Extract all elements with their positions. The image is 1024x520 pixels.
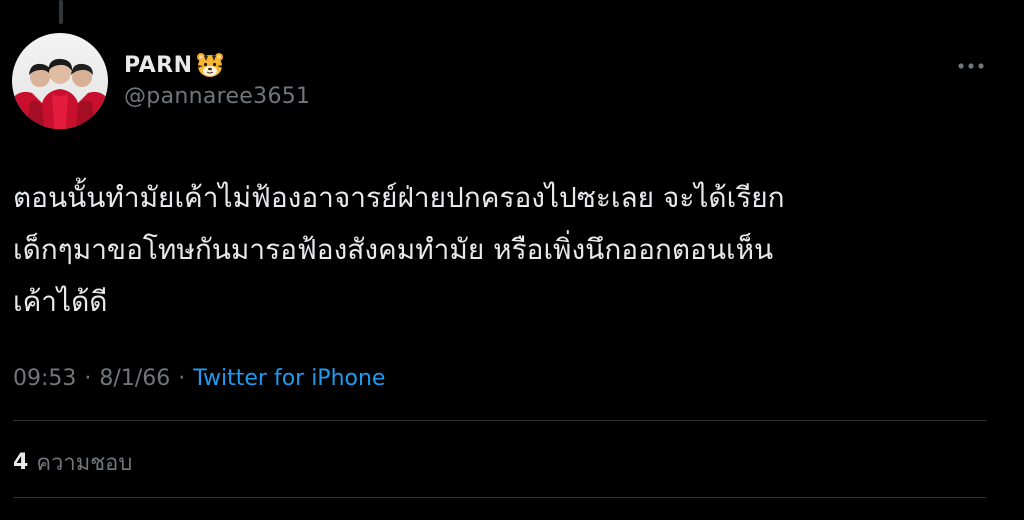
user-handle[interactable]: @pannaree3651 xyxy=(124,84,310,109)
source-link[interactable]: Twitter for iPhone xyxy=(193,366,385,391)
divider xyxy=(13,420,986,421)
tweet-time[interactable]: 09:53 xyxy=(13,366,76,391)
likes-label: ความชอบ xyxy=(36,451,133,476)
meta-separator: · xyxy=(84,366,92,391)
author-name-row[interactable]: PARN xyxy=(124,50,224,80)
divider xyxy=(13,497,986,498)
tweet-text-line: เค้าได้ดี xyxy=(13,285,108,318)
thread-connector-line xyxy=(59,0,63,24)
tweet-text-line: ตอนนั้นทำมัยเค้าไม่ฟ้องอาจารย์ฝ่ายปกครอง… xyxy=(13,181,785,214)
tweet-meta: 09:53 · 8/1/66 · Twitter for iPhone xyxy=(13,366,385,391)
more-options-button[interactable] xyxy=(954,56,988,76)
tiger-face-icon xyxy=(196,51,224,79)
display-name[interactable]: PARN xyxy=(124,53,192,78)
more-horizontal-icon xyxy=(958,63,984,69)
meta-separator: · xyxy=(178,366,186,391)
likes-stat[interactable]: 4 ความชอบ xyxy=(13,445,132,480)
tweet-text-line: เด็กๆมาขอโทษกันมารอฟ้องสังคมทำมัย หรือเพ… xyxy=(13,233,774,266)
tweet-date[interactable]: 8/1/66 xyxy=(99,366,170,391)
avatar-image xyxy=(12,33,108,129)
tweet-text: ตอนนั้นทำมัยเค้าไม่ฟ้องอาจารย์ฝ่ายปกครอง… xyxy=(13,172,1013,328)
avatar[interactable] xyxy=(12,33,108,129)
likes-count: 4 xyxy=(13,450,29,475)
